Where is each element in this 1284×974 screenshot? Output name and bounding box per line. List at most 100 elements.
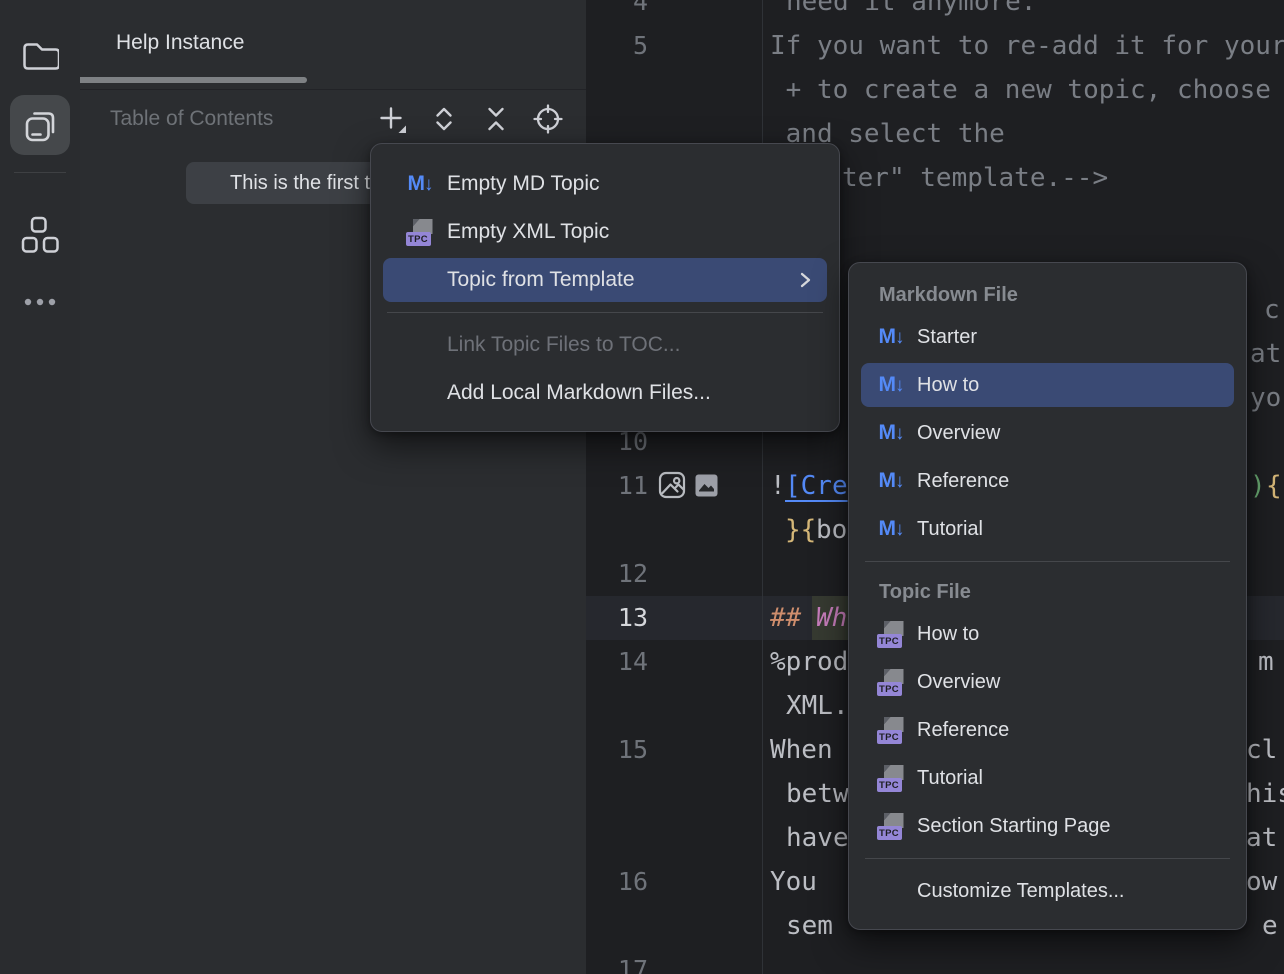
menu-item-label: Topic from Template: [447, 268, 635, 292]
topic-file-icon: TPC: [877, 716, 906, 744]
code-text: e: [1262, 904, 1278, 948]
topic-file-icon-slot: TPC: [875, 668, 907, 696]
menu-separator: [387, 312, 823, 313]
code-text: betw: [786, 772, 849, 816]
collapse-all-button[interactable]: [478, 101, 514, 137]
instances-icon: [20, 105, 60, 145]
code-text: ow: [1246, 860, 1277, 904]
markdown-file-icon: M↓: [879, 469, 904, 493]
panel-title: Table of Contents: [110, 107, 273, 131]
code-text: ter" template.-->: [842, 156, 1108, 200]
code-text: his: [1246, 772, 1284, 816]
tool-window-tab[interactable]: Help Instance: [116, 31, 244, 55]
menu-item-link-topic-files-to-toc[interactable]: Link Topic Files to TOC...: [383, 323, 827, 367]
menu-separator: [865, 561, 1230, 562]
active-tab-underline: [80, 77, 307, 83]
code-text: yo: [1250, 376, 1281, 420]
line-number: 11: [586, 464, 648, 508]
markdown-file-icon-slot: M↓: [875, 421, 907, 445]
topic-file-icon-slot: TPC: [403, 218, 437, 246]
tool-window-bar: [0, 0, 81, 974]
menu-item-tutorial[interactable]: M↓Tutorial: [861, 507, 1234, 551]
menu-item-label: Section Starting Page: [917, 815, 1110, 838]
submenu-chevron-icon: [797, 270, 813, 290]
menu-item-empty-xml-topic[interactable]: TPC Empty XML Topic: [383, 210, 827, 254]
menu-item-customize-templates[interactable]: Customize Templates...: [861, 869, 1234, 913]
image-preview-icon[interactable]: [658, 470, 686, 505]
menu-item-how-to[interactable]: TPCHow to: [861, 612, 1234, 656]
ide-window: Help Instance Table of Contents: [0, 0, 1284, 974]
editor-line: 4need it anymore.: [586, 0, 1284, 24]
menu-item-starter[interactable]: M↓Starter: [861, 315, 1234, 359]
menu-item-label: Overview: [917, 422, 1000, 445]
crosshair-icon: [533, 104, 563, 134]
menu-item-add-local-markdown-files[interactable]: Add Local Markdown Files...: [383, 371, 827, 415]
menu-item-section-starting-page[interactable]: TPC Section Starting Page: [861, 804, 1234, 848]
topic-file-icon: TPC: [877, 668, 906, 696]
expand-all-icon: [430, 105, 458, 133]
tool-window-header: Help Instance: [80, 0, 586, 90]
collapse-all-icon: [482, 105, 510, 133]
line-number: 14: [586, 640, 648, 684]
menu-item-overview[interactable]: M↓ Overview: [861, 411, 1234, 455]
editor-line: 5If you want to re-add it for your: [586, 24, 1284, 68]
code-text: have: [786, 816, 849, 860]
code-text: If you want to re-add it for your: [770, 24, 1284, 68]
image-thumbnail-icon[interactable]: [695, 474, 718, 502]
expand-all-button[interactable]: [426, 101, 462, 137]
topic-file-icon-slot: TPC: [875, 620, 907, 648]
markdown-file-icon-slot: M↓: [403, 172, 437, 196]
code-text: [Cre: [785, 464, 848, 508]
code-text: When: [770, 728, 833, 772]
menu-separator: [865, 858, 1230, 859]
code-text: need it anymore.: [786, 0, 1036, 24]
code-text: ): [1250, 464, 1266, 508]
line-number: 16: [586, 860, 648, 904]
menu-item-empty-md-topic[interactable]: M↓Empty MD Topic: [383, 162, 827, 206]
code-text: }{: [785, 508, 816, 552]
menu-item-tutorial[interactable]: TPCTutorial: [861, 756, 1234, 800]
code-text: at: [1246, 816, 1277, 860]
structure-tool-window-button[interactable]: [10, 205, 70, 265]
toc-toolbar: Table of Contents: [80, 90, 586, 148]
code-text: !: [770, 464, 786, 508]
code-text: at: [1250, 332, 1281, 376]
code-text: cl: [1246, 728, 1277, 772]
topic-from-template-submenu: Markdown FileM↓StarterM↓How toM↓Overview…: [848, 262, 1247, 930]
topic-file-icon-slot: TPC: [875, 812, 907, 840]
editor-line: 17: [586, 948, 1284, 974]
menu-item-label: Tutorial: [917, 518, 983, 541]
menu-section-header-topic-file: Topic File: [849, 572, 1246, 612]
more-tool-windows-button[interactable]: [10, 278, 70, 326]
locate-opened-file-button[interactable]: [530, 101, 566, 137]
topic-file-icon: TPC: [406, 218, 435, 246]
menu-item-label: Tutorial: [917, 767, 983, 790]
markdown-file-icon-slot: M↓: [875, 469, 907, 493]
add-topic-button[interactable]: [374, 101, 410, 137]
markdown-file-icon-slot: M↓: [875, 373, 907, 397]
code-text: {: [1266, 464, 1282, 508]
menu-item-overview[interactable]: TPC Overview: [861, 660, 1234, 704]
menu-item-reference[interactable]: TPC Reference: [861, 708, 1234, 752]
menu-item-label: Empty XML Topic: [447, 220, 609, 244]
menu-item-label: Overview: [917, 671, 1000, 694]
code-text: You: [770, 860, 817, 904]
menu-item-label: Reference: [917, 719, 1009, 742]
menu-item-how-to[interactable]: M↓ How to: [861, 363, 1234, 407]
folder-icon: [21, 39, 59, 73]
topic-file-icon-slot: TPC: [875, 716, 907, 744]
menu-item-label: Add Local Markdown Files...: [447, 381, 711, 405]
markdown-file-icon: M↓: [879, 325, 904, 349]
menu-item-label: How to: [917, 374, 979, 397]
markdown-file-icon: M↓: [879, 421, 904, 445]
menu-item-reference[interactable]: M↓Reference: [861, 459, 1234, 503]
code-text: + to create a new topic, choose: [770, 68, 1284, 112]
topic-file-icon: TPC: [877, 620, 906, 648]
code-text: c: [1264, 288, 1280, 332]
project-tool-window-button[interactable]: [10, 26, 70, 86]
structure-icon: [20, 216, 60, 254]
help-instance-tool-window-button[interactable]: [10, 95, 70, 155]
code-text: %prod: [770, 640, 848, 684]
menu-item-topic-from-template[interactable]: Topic from Template: [383, 258, 827, 302]
markdown-file-icon-slot: M↓: [875, 325, 907, 349]
